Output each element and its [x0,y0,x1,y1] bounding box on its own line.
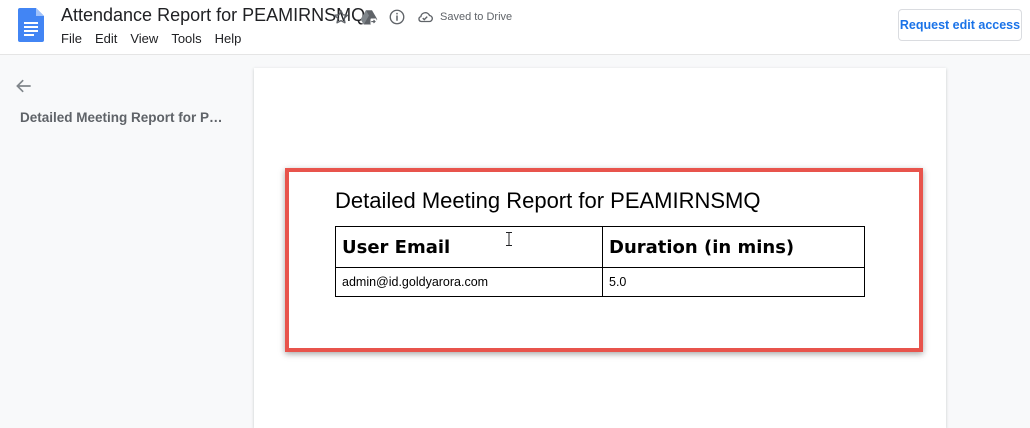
document-title[interactable]: Attendance Report for PEAMIRNSMQ [61,5,365,26]
cell-user-email[interactable]: admin@id.goldyarora.com [335,267,603,297]
column-header-user-email[interactable]: User Email [335,226,603,268]
star-icon[interactable] [332,8,350,26]
arrow-left-icon[interactable] [14,76,34,96]
column-header-duration[interactable]: Duration (in mins) [602,226,865,268]
title-actions: Saved to Drive [332,8,512,26]
menu-tools[interactable]: Tools [171,31,201,46]
text-cursor-icon [506,232,512,246]
document-heading[interactable]: Detailed Meeting Report for PEAMIRNSMQ [335,188,761,214]
cloud-saved-icon [418,12,433,23]
table-header-row: User Email Duration (in mins) [335,226,865,268]
info-icon[interactable] [388,8,406,26]
cell-duration[interactable]: 5.0 [602,267,865,297]
request-edit-access-button[interactable]: Request edit access [898,9,1022,41]
top-bar: Attendance Report for PEAMIRNSMQ Saved t… [0,0,1030,55]
docs-logo-icon[interactable] [18,8,44,42]
report-table[interactable]: User Email Duration (in mins) admin@id.g… [335,226,865,297]
outline-item-heading[interactable]: Detailed Meeting Report for P… [20,110,223,125]
saved-status: Saved to Drive [440,11,513,23]
menu-file[interactable]: File [61,31,82,46]
menu-view[interactable]: View [130,31,158,46]
menu-edit[interactable]: Edit [95,31,117,46]
table-row: admin@id.goldyarora.com 5.0 [335,267,865,297]
menu-help[interactable]: Help [215,31,242,46]
menu-bar: File Edit View Tools Help [61,31,241,46]
drive-move-icon[interactable] [360,8,378,26]
